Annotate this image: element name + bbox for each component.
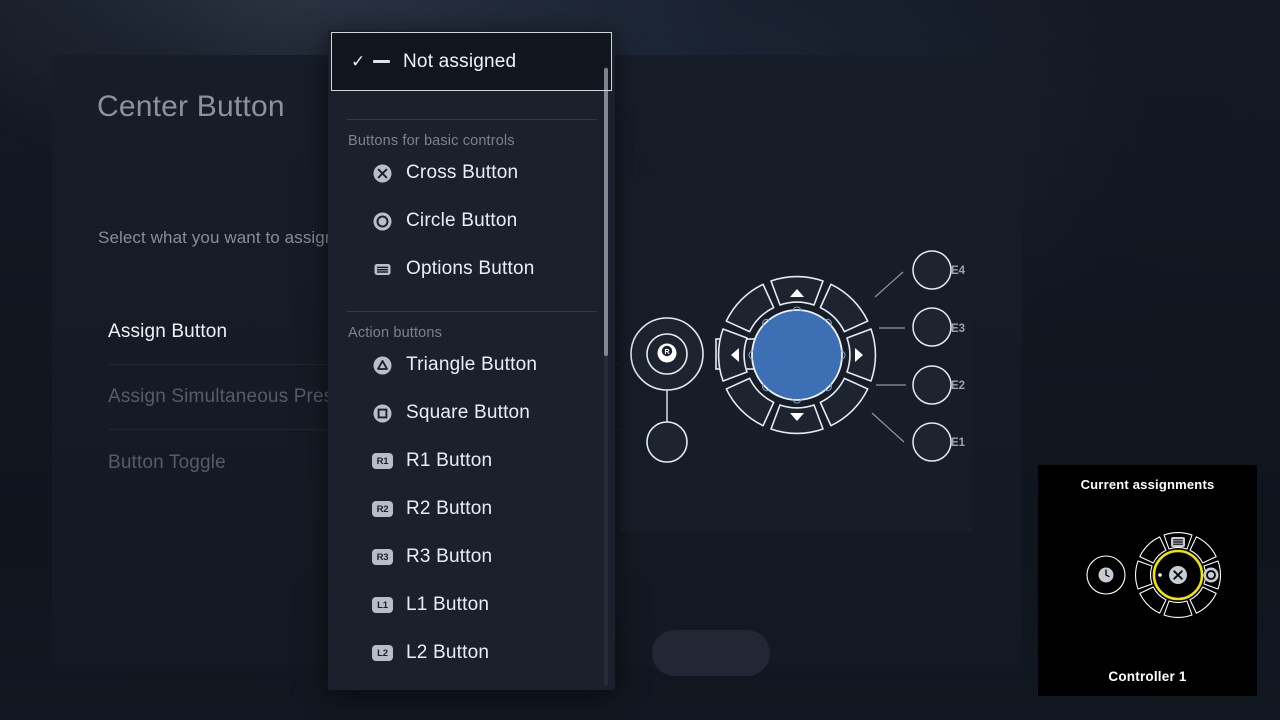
dropdown-option-options-button[interactable]: Options Button xyxy=(328,245,615,293)
dropdown-option-circle-button[interactable]: Circle Button xyxy=(328,197,615,245)
dropdown-option-r3-button[interactable]: R3 R3 Button xyxy=(328,533,615,581)
dropdown-option-label: R3 Button xyxy=(406,546,493,567)
dropdown-selected-label: Not assigned xyxy=(403,50,517,72)
dropdown-option-cross-button[interactable]: Cross Button xyxy=(328,149,615,197)
dropdown-option-label: Options Button xyxy=(406,258,535,279)
assignment-top-options-icon xyxy=(1171,537,1185,547)
dropdown-option-r2-button[interactable]: R2 R2 Button xyxy=(328,485,615,533)
dropdown-option-label: Circle Button xyxy=(406,210,518,231)
r3-badge-icon: R3 xyxy=(372,549,393,565)
expansion-label-e1: E1 xyxy=(951,437,966,449)
menu-item-label: Button Toggle xyxy=(108,451,226,473)
dropdown-option-square-button[interactable]: Square Button xyxy=(328,389,615,437)
dropdown-option-triangle-button[interactable]: Triangle Button xyxy=(328,341,615,389)
dropdown-option-label: Triangle Button xyxy=(406,354,538,375)
check-icon: ✓ xyxy=(351,52,366,71)
expansion-port-e4[interactable] xyxy=(912,250,952,290)
dropdown-group-title-basic: Buttons for basic controls xyxy=(348,133,515,149)
assignment-center-cross-icon xyxy=(1169,566,1187,584)
menu-item-label: Assign Button xyxy=(108,321,228,342)
dropdown-option-not-assigned[interactable]: ✓ Not assigned xyxy=(331,32,612,91)
cross-button-icon xyxy=(372,163,393,184)
expansion-label-e2: E2 xyxy=(951,380,965,392)
l1-badge-icon: L1 xyxy=(372,597,393,613)
dropdown-option-label: Cross Button xyxy=(406,162,519,183)
square-button-icon xyxy=(372,403,393,424)
r2-badge-icon: R2 xyxy=(372,501,393,517)
svg-text:R: R xyxy=(664,349,669,356)
current-assignments-panel: Current assignments Controller 1 xyxy=(1038,465,1257,696)
dropdown-option-label: L1 Button xyxy=(406,594,490,615)
circle-button-icon xyxy=(372,211,393,232)
assign-button-dropdown[interactable]: ✓ Not assigned Buttons for basic control… xyxy=(328,30,615,690)
menu-item-label: Assign Simultaneous Press xyxy=(108,386,344,407)
button-ring xyxy=(717,275,877,435)
confirm-pill-button[interactable] xyxy=(652,630,770,676)
dropdown-scrollbar-thumb[interactable] xyxy=(604,68,608,356)
expansion-label-e3: E3 xyxy=(951,323,965,335)
expansion-label-e4: E4 xyxy=(951,265,966,277)
l2-badge-icon: L2 xyxy=(372,645,393,661)
assignment-profile-switch-button xyxy=(1086,555,1126,595)
assignment-right-circle-icon xyxy=(1203,567,1219,583)
dropdown-option-l2-button[interactable]: L2 L2 Button xyxy=(328,629,615,677)
dropdown-option-label: L2 Button xyxy=(406,642,490,663)
dropdown-option-label: R1 Button xyxy=(406,450,493,471)
current-assignments-diagram xyxy=(1086,532,1221,618)
dash-icon xyxy=(373,60,403,63)
expansion-port-e3[interactable] xyxy=(912,307,952,347)
dropdown-option-label: Square Button xyxy=(406,402,531,423)
triangle-button-icon xyxy=(372,355,393,376)
options-button-icon xyxy=(372,259,393,280)
access-controller-diagram: R E4 E3 E2 E1 xyxy=(630,250,966,463)
expansion-port-e2[interactable] xyxy=(912,365,952,405)
dropdown-group-title-action: Action buttons xyxy=(348,325,442,341)
dropdown-option-r1-button[interactable]: R1 R1 Button xyxy=(328,437,615,485)
center-button-highlight[interactable] xyxy=(751,309,843,401)
dropdown-option-label: R2 Button xyxy=(406,498,493,519)
stick-r-icon: R xyxy=(657,343,677,363)
r1-badge-icon: R1 xyxy=(372,453,393,469)
current-assignments-title: Current assignments xyxy=(1080,477,1215,492)
expansion-port-e1[interactable] xyxy=(912,422,952,462)
dropdown-option-l1-button[interactable]: L1 L1 Button xyxy=(328,581,615,629)
current-assignments-footer: Controller 1 xyxy=(1108,669,1187,684)
expansion-ports: E4 E3 E2 E1 xyxy=(871,250,966,462)
page-title: Center Button xyxy=(97,90,285,123)
screen-root: Center Button Select what you want to as… xyxy=(0,0,1280,720)
controller-diagram-panel: R E4 E3 E2 E1 xyxy=(620,177,973,532)
